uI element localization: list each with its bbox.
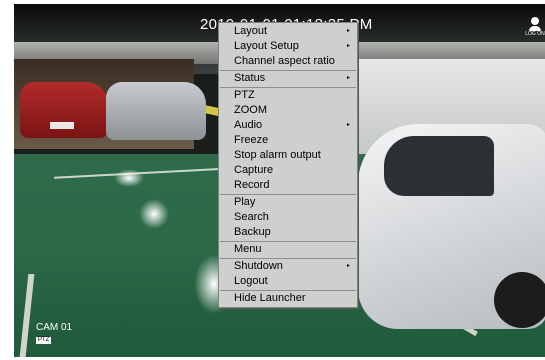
- logon-label: LOG ON: [525, 31, 545, 37]
- menu-item-layout[interactable]: Layout ▸: [219, 24, 357, 39]
- menu-item-audio[interactable]: Audio ▸: [219, 118, 357, 133]
- menu-item-record[interactable]: Record: [219, 178, 357, 193]
- menu-item-logout[interactable]: Logout: [219, 274, 357, 289]
- context-menu: Layout ▸ Layout Setup ▸ Channel aspect r…: [218, 22, 358, 308]
- license-plate: [50, 122, 74, 129]
- menu-item-search[interactable]: Search: [219, 210, 357, 225]
- silver-car: [106, 82, 206, 140]
- submenu-arrow-icon: ▸: [346, 122, 350, 128]
- red-car: [20, 82, 108, 138]
- menu-item-label: Menu: [234, 243, 262, 255]
- menu-item-stop-alarm-output[interactable]: Stop alarm output: [219, 148, 357, 163]
- submenu-arrow-icon: ▸: [346, 43, 350, 49]
- menu-item-label: Logout: [234, 275, 268, 287]
- menu-item-label: Backup: [234, 226, 271, 238]
- menu-item-capture[interactable]: Capture: [219, 163, 357, 178]
- user-icon: [531, 17, 539, 25]
- menu-item-label: Capture: [234, 164, 274, 176]
- menu-item-label: Layout: [234, 25, 268, 37]
- ptz-badge: PTZ: [36, 337, 52, 344]
- submenu-arrow-icon: ▸: [346, 75, 350, 81]
- menu-item-freeze[interactable]: Freeze: [219, 133, 357, 148]
- submenu-arrow-icon: ▸: [346, 28, 350, 34]
- menu-item-label: Stop alarm output: [234, 149, 321, 161]
- menu-item-label: Hide Launcher: [234, 292, 306, 304]
- menu-item-label: Status: [234, 72, 266, 84]
- menu-item-menu[interactable]: Menu: [219, 242, 357, 257]
- menu-item-zoom[interactable]: ZOOM: [219, 103, 357, 118]
- floor-reflection: [139, 199, 169, 229]
- menu-item-backup[interactable]: Backup: [219, 225, 357, 240]
- menu-item-channel-aspect-ratio[interactable]: Channel aspect ratio: [219, 54, 357, 69]
- menu-item-status[interactable]: Status ▸: [219, 71, 357, 86]
- car-tire: [494, 272, 545, 328]
- menu-item-label: Shutdown: [234, 260, 283, 272]
- menu-item-ptz[interactable]: PTZ: [219, 88, 357, 103]
- car-window: [384, 136, 494, 196]
- menu-item-hide-launcher[interactable]: Hide Launcher: [219, 291, 357, 306]
- menu-item-label: Channel aspect ratio: [234, 55, 335, 67]
- menu-item-label: Search: [234, 211, 269, 223]
- menu-item-layout-setup[interactable]: Layout Setup ▸: [219, 39, 357, 54]
- menu-item-label: Freeze: [234, 134, 269, 146]
- menu-item-label: Record: [234, 179, 270, 191]
- menu-item-play[interactable]: Play: [219, 195, 357, 210]
- floor-reflection: [114, 169, 144, 187]
- submenu-arrow-icon: ▸: [346, 263, 350, 269]
- menu-item-label: ZOOM: [234, 104, 267, 116]
- menu-item-label: Play: [234, 196, 256, 208]
- menu-item-label: Layout Setup: [234, 40, 299, 52]
- menu-item-label: PTZ: [234, 89, 255, 101]
- menu-item-label: Audio: [234, 119, 263, 131]
- camera-label: CAM 01: [36, 322, 73, 333]
- logon-button[interactable]: LOG ON: [525, 17, 545, 39]
- menu-item-shutdown[interactable]: Shutdown ▸: [219, 259, 357, 274]
